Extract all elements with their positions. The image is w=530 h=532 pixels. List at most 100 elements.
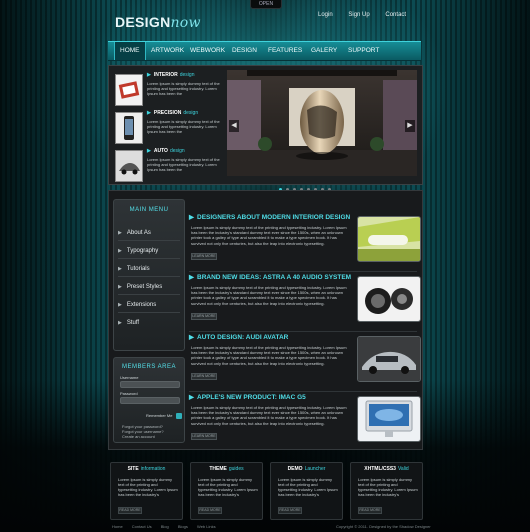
- nav-features[interactable]: FEATURES: [268, 42, 302, 60]
- nav-artwork[interactable]: ARTWORK: [151, 42, 184, 60]
- slider-item-text: Lorem Ipsum is simply dummy text of the …: [147, 157, 220, 172]
- create-account-link[interactable]: Create an account: [122, 434, 155, 439]
- slider-pagination: [279, 178, 369, 191]
- slider-item-precision[interactable]: ▶ PRECISION design Lorem Ipsum is simply d…: [115, 110, 225, 146]
- footer-link-blog[interactable]: Blog: [161, 524, 169, 529]
- interior-thumbnail: [115, 74, 143, 106]
- top-links: Login Sign Up Contact: [318, 12, 420, 18]
- article-thumbnail[interactable]: [357, 336, 421, 382]
- article-title-text: APPLE'S NEW PRODUCT: IMAC G5: [197, 394, 306, 401]
- article-item: ▶ AUTO DESIGN: AUDI AVATAR Lorem Ipsum is…: [189, 333, 421, 391]
- remember-me-label[interactable]: Remember Me: [146, 413, 172, 418]
- logo-accent: now: [170, 15, 201, 31]
- triangle-right-icon: ▶: [118, 266, 122, 272]
- article-text: Lorem Ipsum is simply dummy text of the …: [191, 285, 347, 306]
- nav-home[interactable]: HOME: [114, 42, 146, 60]
- footer-box-accent: Valid: [397, 466, 409, 472]
- read-more-button[interactable]: READ MORE: [358, 507, 382, 514]
- precision-thumbnail: [115, 112, 143, 144]
- slider-prev-button[interactable]: ◀: [229, 120, 239, 132]
- nav-support[interactable]: SUPPORT: [348, 42, 379, 60]
- members-area-title: MEMBERS AREA: [121, 364, 176, 370]
- footer-link-home[interactable]: Home: [112, 524, 123, 529]
- password-input[interactable]: [120, 397, 180, 404]
- article-text: Lorem Ipsum is simply dummy text of the …: [191, 345, 347, 366]
- nav-webwork[interactable]: WEBWORK: [190, 42, 225, 60]
- article-thumbnail[interactable]: [357, 276, 421, 322]
- menu-item-typography[interactable]: ▶ Typography: [118, 244, 180, 259]
- logo-main: DESIGN: [115, 14, 171, 30]
- article-divider: [189, 331, 417, 332]
- menu-item-label: Extensions: [126, 302, 157, 308]
- slider-item-sub: design: [169, 148, 185, 154]
- read-more-button[interactable]: READ MORE: [118, 507, 142, 514]
- footer-link-blogs[interactable]: Blogs: [178, 524, 188, 529]
- signup-link[interactable]: Sign Up: [348, 12, 369, 18]
- login-submit-button[interactable]: [176, 413, 182, 419]
- article-title[interactable]: ▶ AUTO DESIGN: AUDI AVATAR: [189, 333, 288, 341]
- learn-more-button[interactable]: LEARN MORE: [191, 253, 217, 260]
- site-logo[interactable]: DESIGNnow: [115, 14, 201, 31]
- footer-link-web-links[interactable]: Web Links: [197, 524, 216, 529]
- learn-more-button[interactable]: LEARN MORE: [191, 433, 217, 440]
- open-tab[interactable]: OPEN: [250, 0, 282, 9]
- footer-box-text: Lorem Ipsum is simply dummy text of the …: [278, 477, 338, 497]
- username-input[interactable]: [120, 381, 180, 388]
- menu-item-label: Typography: [126, 248, 159, 254]
- contact-link[interactable]: Contact: [385, 12, 406, 18]
- article-thumbnail[interactable]: [357, 396, 421, 442]
- footer-box-title: THEME: [209, 466, 227, 472]
- slider-item-auto[interactable]: ▶ AUTO design Lorem Ipsum is simply dummy …: [115, 148, 225, 184]
- main-menu-title: MAIN MENU: [129, 207, 169, 213]
- article-title[interactable]: ▶ BRAND NEW IDEAS: ASTRA A 40 AUDIO SYSTE…: [189, 273, 351, 281]
- arrow-right-icon: ▶: [189, 334, 194, 341]
- menu-item-about[interactable]: ▶ About As: [118, 226, 180, 241]
- menu-item-label: Tutorials: [126, 266, 150, 272]
- menu-item-tutorials[interactable]: ▶ Tutorials: [118, 262, 180, 277]
- article-item: ▶ APPLE'S NEW PRODUCT: IMAC G5 Lorem Ipsu…: [189, 393, 421, 451]
- slider-next-button[interactable]: ▶: [405, 120, 415, 132]
- featured-slider: ▶ INTERIOR design Lorem Ipsum is simply du…: [108, 65, 423, 191]
- slider-item-text: Lorem Ipsum is simply dummy text of the …: [147, 119, 220, 134]
- footer-box-accent: information: [140, 466, 166, 472]
- arrow-right-icon: ▶: [189, 394, 194, 401]
- article-text: Lorem Ipsum is simply dummy text of the …: [191, 225, 347, 246]
- article-title[interactable]: ▶ APPLE'S NEW PRODUCT: IMAC G5: [189, 393, 306, 401]
- password-label: Password: [120, 391, 138, 396]
- triangle-right-icon: ▶: [118, 302, 122, 308]
- slider-item-interior[interactable]: ▶ INTERIOR design Lorem Ipsum is simply du…: [115, 72, 225, 108]
- members-area: MEMBERS AREA Username Password Remember …: [113, 357, 185, 443]
- article-text: Lorem Ipsum is simply dummy text of the …: [191, 405, 347, 426]
- nav-galery[interactable]: GALERY: [311, 42, 337, 60]
- arrow-right-icon: ▶: [189, 274, 194, 281]
- triangle-right-icon: ▶: [118, 230, 122, 236]
- triangle-right-icon: ▶: [118, 248, 122, 254]
- copyright-text: Copyright © 2011. Designed by the Shadow…: [336, 524, 431, 529]
- learn-more-button[interactable]: LEARN MORE: [191, 313, 217, 320]
- read-more-button[interactable]: READ MORE: [278, 507, 302, 514]
- article-thumbnail[interactable]: [357, 216, 421, 262]
- main-menu: MAIN MENU ▶ About As ▶ Typography ▶ Tutoria…: [113, 199, 185, 351]
- menu-item-stuff[interactable]: ▶ Stuff: [118, 316, 180, 330]
- slider-item-sub: design: [183, 110, 199, 116]
- login-link[interactable]: Login: [318, 12, 333, 18]
- article-divider: [189, 391, 417, 392]
- nav-design[interactable]: DESIGN: [232, 42, 257, 60]
- read-more-button[interactable]: READ MORE: [198, 507, 222, 514]
- article-title-text: DESIGNERS ABOUT MODERN INTERIOR DESIGN: [197, 214, 351, 221]
- learn-more-button[interactable]: LEARN MORE: [191, 373, 217, 380]
- article-title[interactable]: ▶ DESIGNERS ABOUT MODERN INTERIOR DESIGN: [189, 213, 350, 221]
- username-label: Username: [120, 375, 139, 380]
- triangle-right-icon: ▶: [118, 284, 122, 290]
- menu-item-label: About As: [126, 230, 151, 236]
- footer-box-accent: Launcher: [304, 466, 326, 472]
- article-divider: [189, 271, 417, 272]
- main-nav: HOME ARTWORK WEBWORK DESIGN FEATURES GAL…: [108, 41, 421, 61]
- slider-item-title: PRECISION: [153, 110, 182, 116]
- article-item: ▶ DESIGNERS ABOUT MODERN INTERIOR DESIGN …: [189, 213, 421, 271]
- article-title-text: BRAND NEW IDEAS: ASTRA A 40 AUDIO SYSTEM: [197, 274, 352, 281]
- menu-item-extensions[interactable]: ▶ Extensions: [118, 298, 180, 313]
- footer-link-contact[interactable]: Contact Us: [132, 524, 152, 529]
- menu-item-preset-styles[interactable]: ▶ Preset Styles: [118, 280, 180, 295]
- slider-item-title: AUTO: [153, 148, 168, 154]
